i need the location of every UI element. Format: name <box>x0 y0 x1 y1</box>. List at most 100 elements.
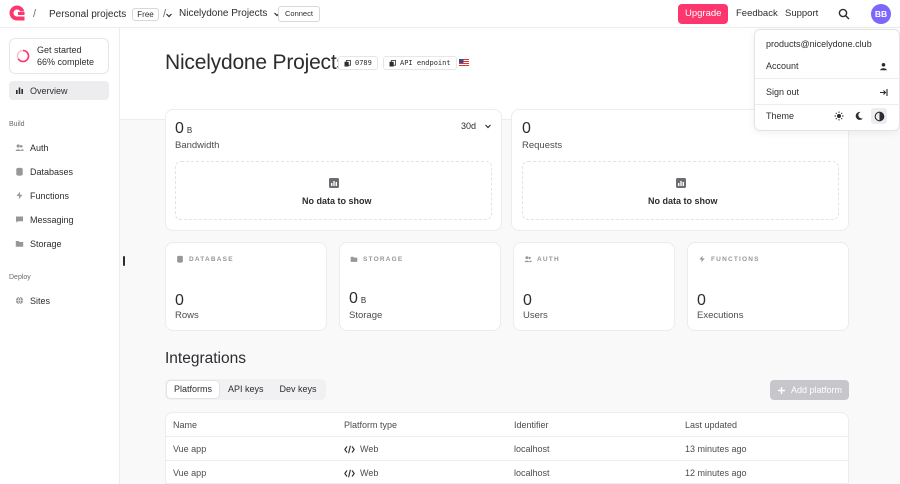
database-label: Rows <box>175 310 199 321</box>
range-selector[interactable]: 30d <box>461 121 492 131</box>
platforms-table: Name Platform type Identifier Last updat… <box>165 412 849 484</box>
add-platform-button[interactable]: Add platform <box>770 380 849 400</box>
sidebar: Get started 66% complete Overview Build … <box>0 28 120 484</box>
sidebar-item-label: Storage <box>30 238 62 249</box>
org-name: Personal projects <box>49 9 127 20</box>
column-header-updated[interactable]: Last updated <box>685 420 737 430</box>
sidebar-item-label: Auth <box>30 142 49 153</box>
row-updated: 12 minutes ago <box>685 468 747 478</box>
upgrade-button[interactable]: Upgrade <box>678 4 729 24</box>
storage-label: Storage <box>349 310 383 321</box>
column-header-identifier[interactable]: Identifier <box>514 420 549 430</box>
requests-label: Requests <box>522 140 563 151</box>
progress-ring-icon <box>16 49 30 63</box>
plan-badge: Free <box>132 8 159 21</box>
folder-icon <box>350 256 358 262</box>
database-value: 0 <box>175 292 184 309</box>
sign-out-icon <box>880 89 888 96</box>
storage-heading: STORAGE <box>350 255 403 263</box>
empty-state-text: No data to show <box>302 196 372 206</box>
integrations-title: Integrations <box>165 350 246 367</box>
sidebar-item-label: Messaging <box>30 214 74 225</box>
menu-divider <box>755 78 900 79</box>
database-card[interactable]: DATABASE 0 Rows <box>165 242 327 331</box>
table-row[interactable]: Vue app Web localhost 12 minutes ago <box>166 461 848 483</box>
sun-icon <box>834 111 844 121</box>
functions-card[interactable]: FUNCTIONS 0 Executions <box>687 242 849 331</box>
menu-item-sign-out[interactable]: Sign out <box>766 87 799 97</box>
auth-heading: AUTH <box>524 255 560 263</box>
users-icon <box>15 144 24 151</box>
connect-button[interactable]: Connect <box>278 6 320 22</box>
sidebar-item-overview[interactable]: Overview <box>9 81 109 100</box>
breadcrumb-separator: / <box>163 8 167 20</box>
row-name: Vue app <box>173 444 207 454</box>
org-selector[interactable]: Personal projects Free <box>49 8 173 21</box>
project-id-badge[interactable]: 0789 <box>338 56 378 70</box>
theme-light-button[interactable] <box>833 110 845 122</box>
theme-dark-button[interactable] <box>853 110 865 122</box>
sidebar-item-label: Sites <box>30 295 51 306</box>
sidebar-item-label: Overview <box>30 85 68 96</box>
menu-item-account[interactable]: Account <box>766 61 799 71</box>
page-title: Nicelydone Projects <box>165 51 347 74</box>
appwrite-logo-icon[interactable] <box>8 4 26 22</box>
project-name: Nicelydone Projects <box>179 8 268 19</box>
get-started-title: Get started <box>37 45 82 55</box>
empty-state-text: No data to show <box>648 196 718 206</box>
get-started-card[interactable]: Get started 66% complete <box>9 38 109 74</box>
tab-api-keys[interactable]: API keys <box>221 381 271 398</box>
requests-value: 0 <box>522 120 531 137</box>
table-header: Name Platform type Identifier Last updat… <box>166 413 848 437</box>
database-heading: DATABASE <box>176 255 234 263</box>
feedback-link[interactable]: Feedback <box>736 8 778 19</box>
search-icon[interactable] <box>838 8 850 20</box>
code-icon <box>344 469 355 477</box>
integrations-tabs: Platforms API keys Dev keys <box>165 379 326 400</box>
user-avatar[interactable]: BB <box>871 4 891 24</box>
support-link[interactable]: Support <box>785 8 818 19</box>
top-bar: / Personal projects Free / Nicelydone Pr… <box>0 0 900 28</box>
sidebar-resize-handle[interactable] <box>123 256 125 266</box>
empty-state: No data to show <box>522 161 839 220</box>
chart-bar-icon <box>16 87 23 94</box>
auth-label: Users <box>523 310 548 321</box>
project-selector[interactable]: Nicelydone Projects <box>179 8 281 19</box>
theme-system-button[interactable] <box>871 108 887 124</box>
database-icon <box>177 255 183 263</box>
column-header-type[interactable]: Platform type <box>344 420 397 430</box>
row-type: Web <box>344 444 378 454</box>
sidebar-item-label: Databases <box>30 166 74 177</box>
row-updated: 13 minutes ago <box>685 444 747 454</box>
tab-dev-keys[interactable]: Dev keys <box>273 381 324 398</box>
chart-bar-icon <box>676 178 686 188</box>
sidebar-item-sites[interactable]: Sites <box>9 291 109 310</box>
sidebar-item-storage[interactable]: Storage <box>9 234 109 253</box>
us-flag-icon <box>459 59 469 66</box>
tab-platforms[interactable]: Platforms <box>167 381 220 398</box>
range-value: 30d <box>461 121 477 131</box>
sidebar-item-functions[interactable]: Functions <box>9 186 109 205</box>
chart-bar-icon <box>329 178 339 188</box>
moon-icon <box>855 111 863 120</box>
auth-card[interactable]: AUTH 0 Users <box>513 242 675 331</box>
empty-state: No data to show <box>175 161 492 220</box>
project-id: 0789 <box>355 59 372 67</box>
api-endpoint-badge[interactable]: API endpoint <box>383 56 457 70</box>
table-row[interactable]: Vue app Web localhost 13 minutes ago <box>166 437 848 461</box>
functions-value: 0 <box>697 292 706 309</box>
code-icon <box>344 445 355 453</box>
bandwidth-card: 0B Bandwidth 30d No data to show <box>165 109 502 231</box>
row-identifier: localhost <box>514 468 550 478</box>
sidebar-item-auth[interactable]: Auth <box>9 138 109 157</box>
menu-item-theme: Theme <box>766 111 795 121</box>
sidebar-section-build: Build <box>9 121 25 128</box>
contrast-icon <box>874 111 884 121</box>
column-header-name[interactable]: Name <box>173 420 197 430</box>
bandwidth-label: Bandwidth <box>175 140 220 151</box>
globe-icon <box>15 296 24 305</box>
sidebar-item-databases[interactable]: Databases <box>9 162 109 181</box>
sidebar-item-messaging[interactable]: Messaging <box>9 210 109 229</box>
row-name: Vue app <box>173 468 207 478</box>
storage-card[interactable]: STORAGE 0B Storage <box>339 242 501 331</box>
